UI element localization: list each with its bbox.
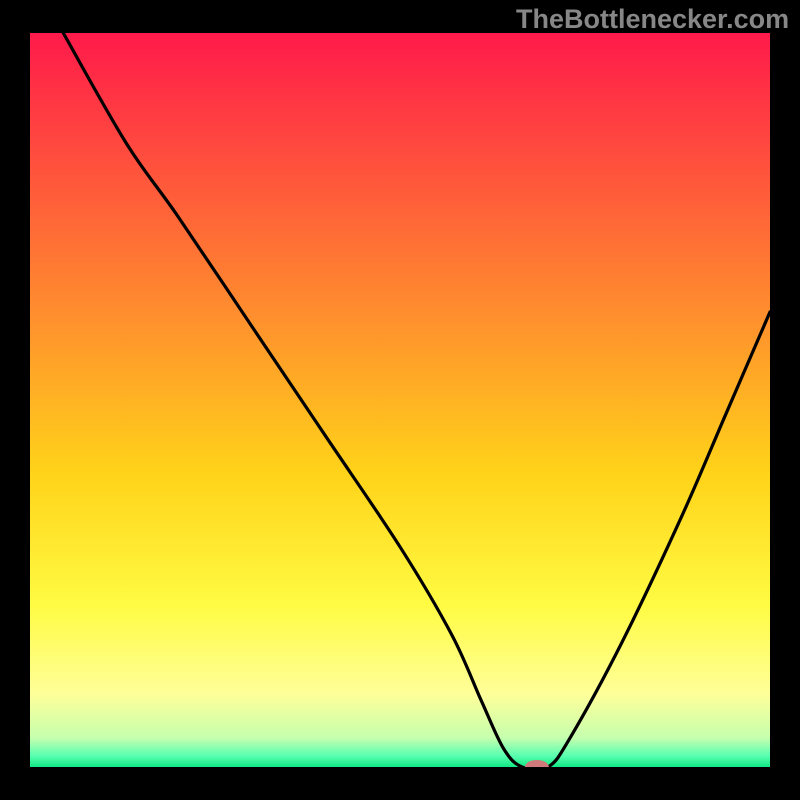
optimal-point-marker (525, 760, 549, 774)
chart-frame: TheBottlenecker.com (0, 0, 800, 800)
bottleneck-plot (0, 0, 800, 800)
watermark-text: TheBottlenecker.com (516, 4, 789, 35)
plot-background (30, 33, 770, 767)
